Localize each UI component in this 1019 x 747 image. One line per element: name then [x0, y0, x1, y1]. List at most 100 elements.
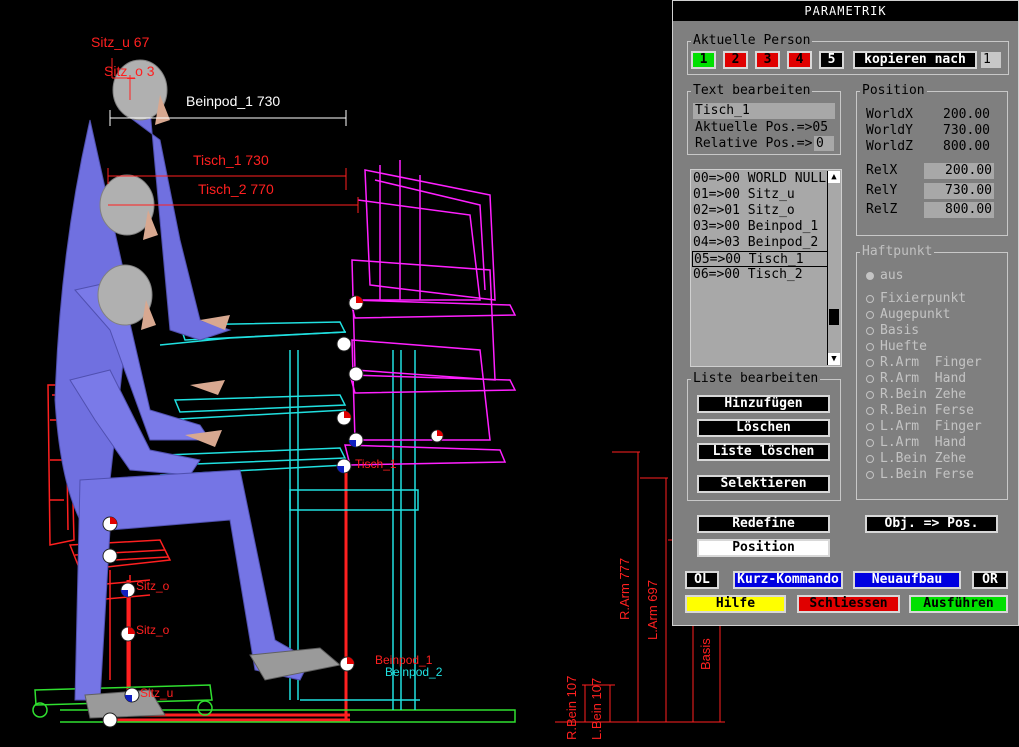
radio-r-bein-ferse[interactable]: R.Bein Ferse — [866, 403, 974, 419]
rel-x-label: RelX — [866, 163, 898, 178]
copy-target-field[interactable]: 1 — [981, 52, 1001, 68]
label-tisch-1-small: Tisch_1 — [355, 457, 397, 471]
radio-label: R.Bein Ferse — [880, 403, 974, 418]
list-item-selected[interactable]: 05=>00 Tisch_1 — [692, 251, 829, 267]
person-button-1[interactable]: 1 — [691, 51, 716, 69]
radio-r-bein-zehe[interactable]: R.Bein Zehe — [866, 387, 966, 403]
legend-aktuelle-person: Aktuelle Person — [691, 33, 813, 49]
radio-label: Basis — [880, 323, 920, 338]
world-x-value: 200.00 — [943, 107, 990, 122]
redefine-button[interactable]: Redefine — [697, 515, 830, 533]
radio-label: L.Arm Finger — [880, 419, 982, 434]
label-r-arm: R.Arm 777 — [617, 558, 632, 620]
list-scrollbar[interactable]: ▲ ▼ — [827, 171, 840, 365]
list-item[interactable]: 00=>00 WORLD NULL — [692, 171, 829, 187]
rel-y-label: RelY — [866, 183, 898, 198]
radio-icon — [866, 327, 874, 335]
radio-label: L.Arm Hand — [880, 435, 967, 450]
radio-label: L.Bein Ferse — [880, 467, 974, 482]
person-button-3[interactable]: 3 — [755, 51, 780, 69]
list-item[interactable]: 06=>00 Tisch_2 — [692, 267, 829, 283]
or-button[interactable]: OR — [972, 571, 1008, 589]
world-y-value: 730.00 — [943, 123, 990, 138]
radio-augepunkt[interactable]: Augepunkt — [866, 307, 950, 323]
radio-fixierpunkt[interactable]: Fixierpunkt — [866, 291, 966, 307]
label-sitz-u-top: Sitz_u 67 — [91, 34, 150, 50]
label-l-arm: L.Arm 697 — [645, 580, 660, 640]
rel-z-field[interactable]: 800.00 — [924, 202, 994, 218]
world-y-label: WorldY — [866, 123, 913, 138]
person-button-5[interactable]: 5 — [819, 51, 844, 69]
add-button[interactable]: Hinzufügen — [697, 395, 830, 413]
world-x-label: WorldX — [866, 107, 913, 122]
position-button[interactable]: Position — [697, 539, 830, 557]
text-name-field[interactable]: Tisch_1 — [693, 103, 835, 119]
select-button[interactable]: Selektieren — [697, 475, 830, 493]
radio-icon — [866, 407, 874, 415]
delete-button[interactable]: Löschen — [697, 419, 830, 437]
obj-to-pos-button[interactable]: Obj. => Pos. — [865, 515, 998, 533]
scroll-up-icon[interactable]: ▲ — [828, 171, 840, 183]
legend-position: Position — [860, 83, 927, 99]
radio-label: Fixierpunkt — [880, 291, 967, 306]
clear-list-button[interactable]: Liste löschen — [697, 443, 830, 461]
close-button[interactable]: Schliessen — [797, 595, 900, 613]
radio-huefte[interactable]: Huefte — [866, 339, 927, 355]
radio-icon — [866, 455, 874, 463]
radio-label: R.Arm Hand — [880, 371, 967, 386]
radio-label: R.Arm Finger — [880, 355, 982, 370]
list-item[interactable]: 01=>00 Sitz_u — [692, 187, 829, 203]
scroll-down-icon[interactable]: ▼ — [828, 353, 840, 365]
radio-label: R.Bein Zehe — [880, 387, 967, 402]
label-sitz-o-small: Sitz_o — [136, 579, 170, 593]
radio-l-arm-finger[interactable]: L.Arm Finger — [866, 419, 982, 435]
kurz-kommando-button[interactable]: Kurz-Kommando — [733, 571, 843, 589]
label-tisch-1: Tisch_1 730 — [193, 152, 269, 168]
rel-x-field[interactable]: 200.00 — [924, 163, 994, 179]
radio-icon — [866, 439, 874, 447]
neuaufbau-button[interactable]: Neuaufbau — [853, 571, 961, 589]
world-z-value: 800.00 — [943, 139, 990, 154]
radio-label: L.Bein Zehe — [880, 451, 967, 466]
radio-icon — [866, 375, 874, 383]
radio-icon — [866, 359, 874, 367]
person-button-4[interactable]: 4 — [787, 51, 812, 69]
radio-label: Augepunkt — [880, 307, 951, 322]
parametrik-panel: PARAMETRIK Aktuelle Person 1 2 3 4 5 kop… — [672, 0, 1019, 626]
ol-button[interactable]: OL — [685, 571, 719, 589]
label-l-bein: L.Bein 107 — [589, 678, 604, 740]
help-button[interactable]: Hilfe — [685, 595, 786, 613]
radio-label: aus — [880, 268, 904, 283]
radio-l-arm-hand[interactable]: L.Arm Hand — [866, 435, 966, 451]
radio-icon — [866, 311, 874, 319]
list-item[interactable]: 03=>00 Beinpod_1 — [692, 219, 829, 235]
label-basis: Basis — [698, 638, 713, 670]
relative-pos-field[interactable]: 0 — [814, 136, 834, 151]
copy-to-button[interactable]: kopieren nach — [853, 51, 977, 69]
execute-button[interactable]: Ausführen — [909, 595, 1008, 613]
label-r-bein: R.Bein 107 — [564, 676, 579, 740]
rel-z-label: RelZ — [866, 202, 898, 217]
radio-r-arm-finger[interactable]: R.Arm Finger — [866, 355, 982, 371]
label-sitz-o-top: Sitz_o 3 — [104, 63, 155, 79]
radio-l-bein-zehe[interactable]: L.Bein Zehe — [866, 451, 966, 467]
list-item[interactable]: 02=>01 Sitz_o — [692, 203, 829, 219]
object-list[interactable]: 00=>00 WORLD NULL 01=>00 Sitz_u 02=>01 S… — [690, 169, 842, 367]
label-beinpod-small2: Beinpod_2 — [385, 665, 443, 679]
label-beinpod-1: Beinpod_1 730 — [186, 93, 280, 109]
label-sitz-o-small2: Sitz_o — [136, 623, 170, 637]
radio-icon — [866, 343, 874, 351]
world-z-label: WorldZ — [866, 139, 913, 154]
radio-aus[interactable]: aus — [866, 268, 903, 284]
list-item[interactable]: 04=>03 Beinpod_2 — [692, 235, 829, 251]
scroll-thumb[interactable] — [829, 309, 839, 325]
current-pos-label: Aktuelle Pos.=>05 — [695, 120, 829, 135]
panel-title[interactable]: PARAMETRIK — [673, 1, 1018, 21]
legend-text-bearbeiten: Text bearbeiten — [691, 83, 813, 99]
person-button-2[interactable]: 2 — [723, 51, 748, 69]
radio-r-arm-hand[interactable]: R.Arm Hand — [866, 371, 966, 387]
rel-y-field[interactable]: 730.00 — [924, 183, 994, 199]
radio-basis[interactable]: Basis — [866, 323, 919, 339]
label-sitz-u-small: Sitz_u — [140, 686, 173, 700]
radio-l-bein-ferse[interactable]: L.Bein Ferse — [866, 467, 974, 483]
